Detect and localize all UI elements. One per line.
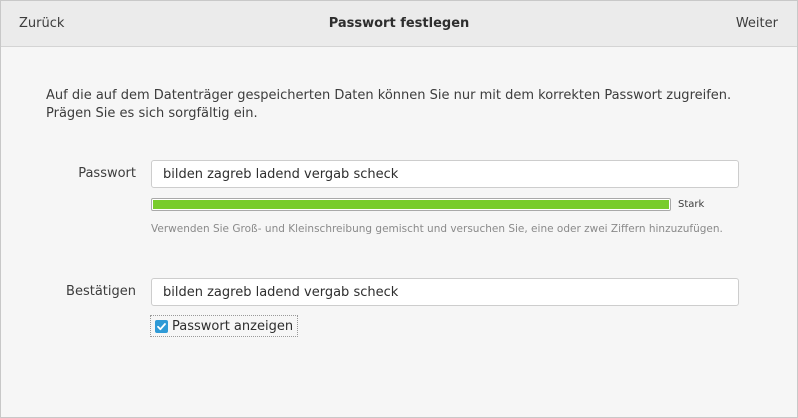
password-label: Passwort: [78, 166, 136, 181]
password-strength-fill: [152, 199, 670, 210]
dialog-title: Passwort festlegen: [328, 16, 470, 31]
next-button[interactable]: Weiter: [736, 1, 778, 46]
password-input[interactable]: [151, 160, 739, 188]
password-hint: Verwenden Sie Groß- und Kleinschreibung …: [151, 223, 723, 235]
intro-text: Auf die auf dem Datenträger gespeicherte…: [46, 88, 732, 121]
show-password-label: Passwort anzeigen: [172, 318, 294, 334]
checkbox-checked-icon[interactable]: [155, 319, 168, 333]
show-password-checkbox[interactable]: Passwort anzeigen: [150, 315, 299, 337]
password-strength-label: Stark: [678, 199, 705, 210]
header-bar: Zurück Passwort festlegen Weiter: [1, 1, 797, 47]
checkmark-icon: [157, 322, 166, 330]
dialog-window: Zurück Passwort festlegen Weiter Auf die…: [0, 0, 798, 418]
confirm-password-input[interactable]: [151, 278, 739, 306]
confirm-label: Bestätigen: [66, 284, 136, 299]
password-strength-bar: [151, 198, 671, 211]
